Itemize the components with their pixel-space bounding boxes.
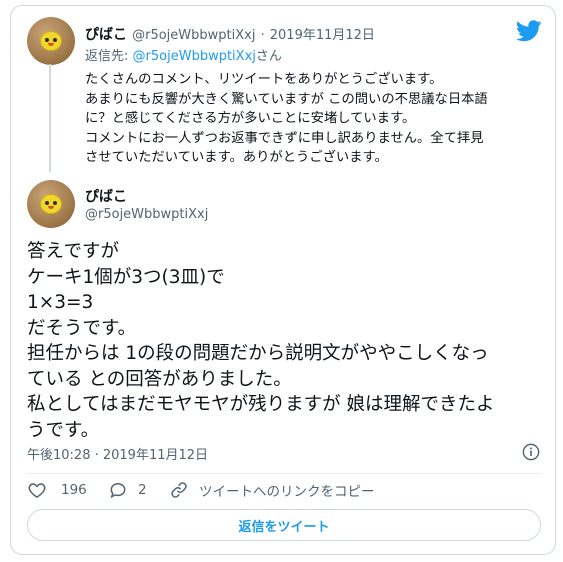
reply-to-handle[interactable]: @r5ojeWbbwptiXxj <box>133 49 256 64</box>
tweet-timestamp[interactable]: 午後10:28 · 2019年11月12日 <box>27 444 208 463</box>
text-line: 答えですが <box>27 241 119 262</box>
text-line: 担任からは 1の段の問題だから説明文がややこしくなっ <box>27 343 489 364</box>
display-name[interactable]: ぴばこ <box>85 27 127 43</box>
avatar[interactable] <box>27 180 75 228</box>
like-action[interactable]: 196 <box>27 480 87 500</box>
text-line: に？と感じてくださる方が多いことに安堵しています。 <box>85 111 416 126</box>
avatar[interactable] <box>27 17 75 65</box>
text-line: コメントにお一人ずつお返事できずに申し訳ありません。全て拝見 <box>85 130 484 146</box>
info-icon[interactable] <box>522 443 540 461</box>
text-line: させていただいています。ありがとうございます。 <box>85 150 388 165</box>
tweet-date[interactable]: 2019年11月12日 <box>270 28 375 43</box>
reply-tweet-button[interactable]: 返信をツイート <box>27 509 541 541</box>
like-count: 196 <box>61 482 87 498</box>
reply-action[interactable]: 2 <box>108 480 147 500</box>
tweet-embed-card: ぴばこ @r5ojeWbbwptiXxj · 2019年11月12日 返信先: … <box>10 5 556 555</box>
separator: · <box>260 28 265 43</box>
text-line: だそうです。 <box>27 317 137 339</box>
reply-tweet-header: ぴばこ @r5ojeWbbwptiXxj · 2019年11月12日 <box>85 24 375 44</box>
main-tweet-text: 答えですが ケーキ1個が3つ(3皿)で 1×3=3 だそうです。 担任からは 1… <box>27 239 494 443</box>
text-line: うです。 <box>27 419 100 441</box>
text-line: ケーキ1個が3つ(3皿)で <box>27 266 225 288</box>
handle[interactable]: @r5ojeWbbwptiXxj <box>85 207 208 222</box>
reply-to-suffix: さん <box>255 49 282 64</box>
reply-to-label: 返信先: <box>85 49 129 64</box>
text-line: あまりにも反響が大きく驚いていますが この問いの不思議な日本語 <box>85 91 488 107</box>
link-icon <box>171 482 187 498</box>
reply-count: 2 <box>138 482 147 498</box>
handle[interactable]: @r5ojeWbbwptiXxj <box>132 28 255 43</box>
thread-connector-line <box>49 64 51 172</box>
heart-icon <box>28 483 46 498</box>
copy-link-label: ツイートへのリンクをコピー <box>199 484 375 500</box>
text-line: たくさんのコメント、リツイートをありがとうございます。 <box>85 72 443 87</box>
text-line: ている との回答がありました。 <box>27 368 292 390</box>
twitter-bird-icon[interactable] <box>516 20 542 42</box>
text-line: 1×3=3 <box>27 292 94 313</box>
reply-bubble-icon <box>110 482 126 499</box>
text-line: 私としてはまだモヤモヤが残りますが 娘は理解できたよ <box>27 394 495 415</box>
divider <box>27 473 541 474</box>
reply-tweet-text: たくさんのコメント、リツイートをありがとうございます。 あまりにも反響が大きく驚… <box>85 70 488 168</box>
copy-link-action[interactable]: ツイートへのリンクをコピー <box>169 480 375 500</box>
reply-to-line: 返信先: @r5ojeWbbwptiXxjさん <box>85 45 282 64</box>
display-name[interactable]: ぴばこ <box>85 186 127 206</box>
